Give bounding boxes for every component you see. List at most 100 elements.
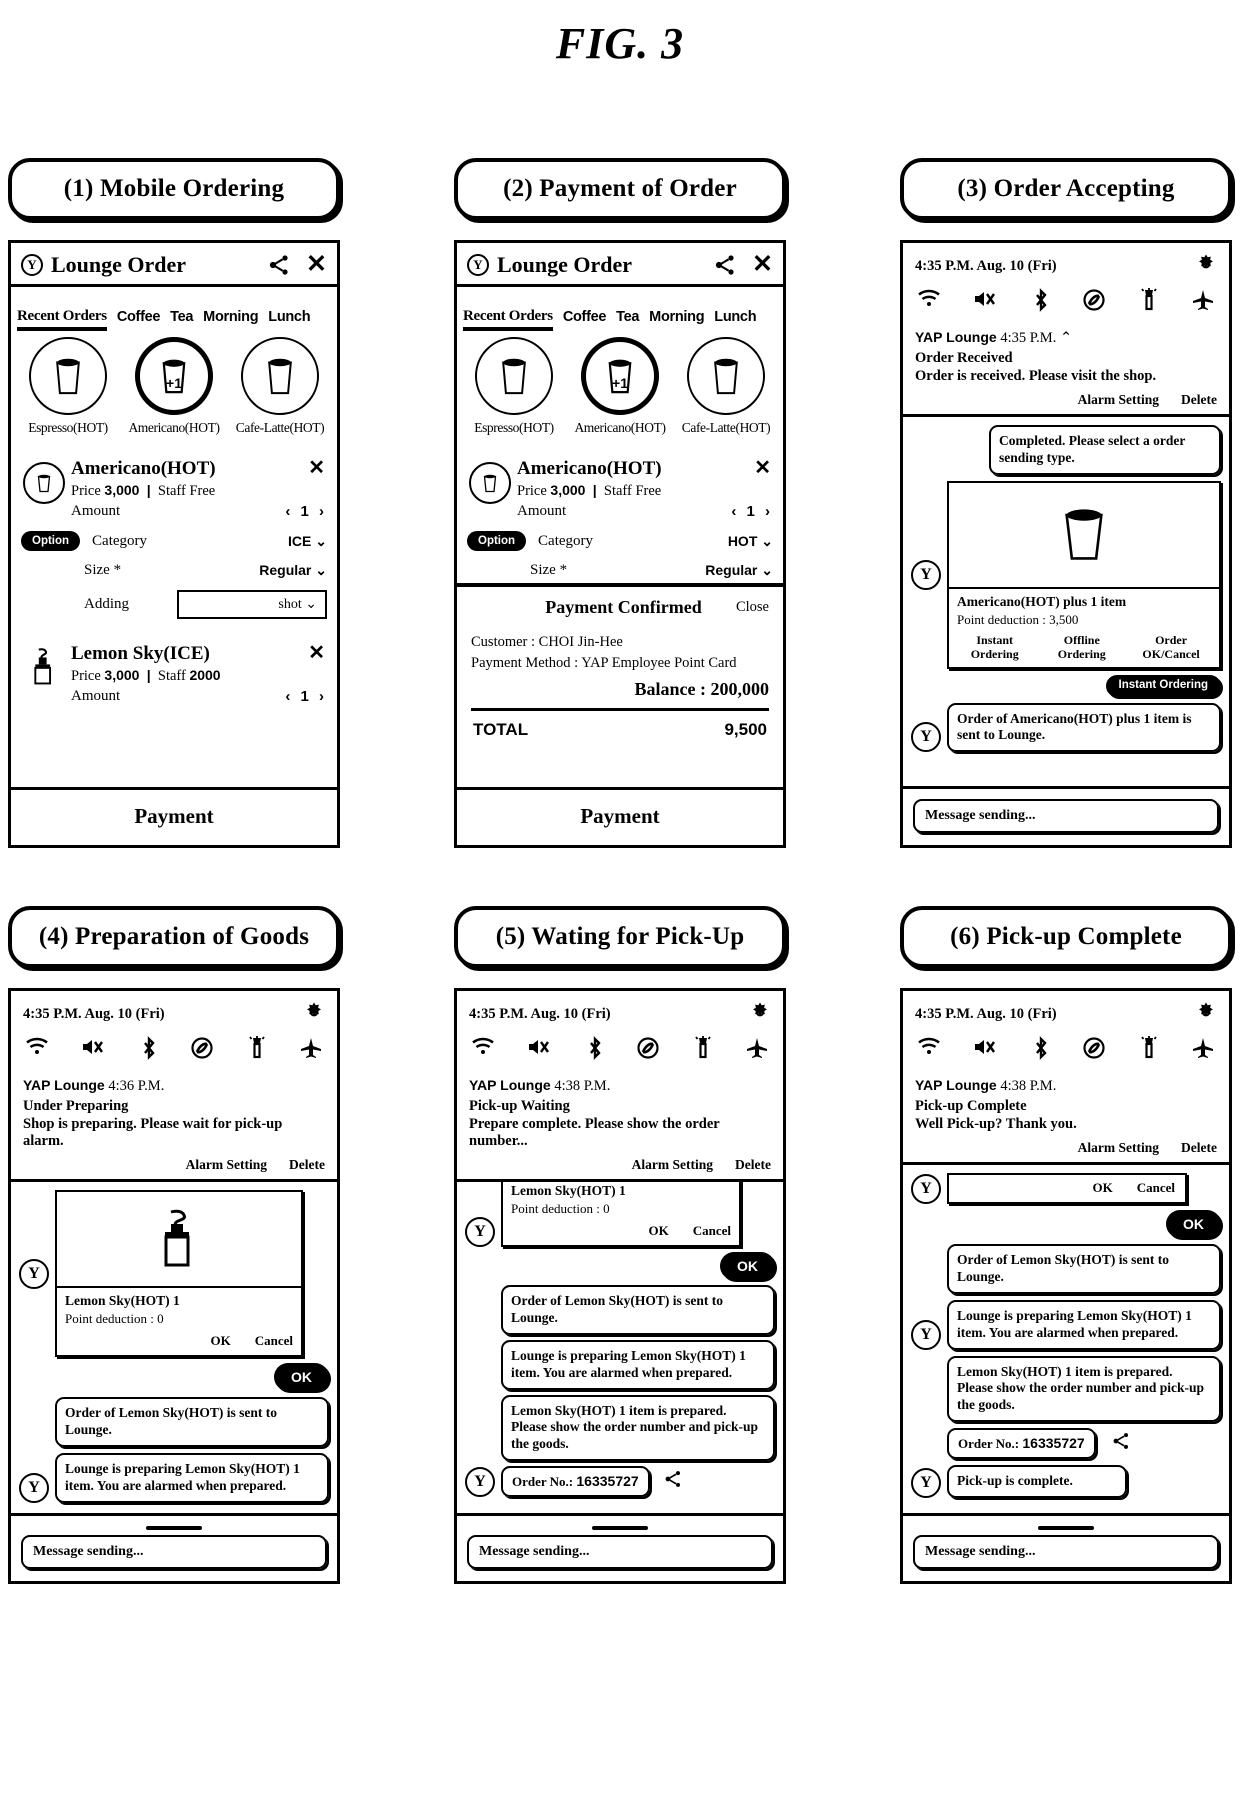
gear-icon[interactable] [749,1001,771,1028]
product-cafe-latte[interactable]: Cafe-Latte(HOT) [228,337,332,436]
option-select-category[interactable]: HOT ⌄ [728,533,773,550]
bluetooth-icon[interactable] [140,1036,158,1065]
offline-ordering-button[interactable]: Offline Ordering [1038,633,1125,662]
ok-pill[interactable]: OK [1166,1210,1221,1238]
alarm-setting-button[interactable]: Alarm Setting [632,1157,713,1173]
close-icon[interactable]: ✕ [306,252,327,277]
tab-coffee[interactable]: Coffee [563,309,607,325]
item-amount-row: Amount ‹ 1 › [517,503,773,520]
payment-button[interactable]: Payment [457,787,783,845]
share-icon[interactable] [266,253,292,277]
remove-item-icon[interactable]: ✕ [308,643,325,663]
mute-icon[interactable] [527,1036,553,1065]
alarm-setting-button[interactable]: Alarm Setting [1078,392,1159,408]
product-cafe-latte[interactable]: Cafe-Latte(HOT) [674,337,778,436]
option-select-category[interactable]: ICE ⌄ [288,533,327,550]
sheet-close-button[interactable]: Close [736,599,769,616]
airplane-icon[interactable] [299,1036,323,1065]
cancel-button[interactable]: Cancel [693,1223,731,1239]
gear-icon[interactable] [303,1001,325,1028]
option-select-size[interactable]: Regular ⌄ [259,562,327,579]
rotate-lock-icon[interactable] [190,1036,214,1065]
ok-pill[interactable]: OK [720,1252,775,1280]
quantity-stepper[interactable]: ‹ 1 › [731,503,773,520]
phone-frame: 4:35 P.M. Aug. 10 (Fri) [454,988,786,1584]
alarm-setting-button[interactable]: Alarm Setting [186,1157,267,1173]
delete-button[interactable]: Delete [1181,392,1217,408]
mute-icon[interactable] [81,1036,107,1065]
tab-coffee[interactable]: Coffee [117,309,161,325]
alarm-setting-button[interactable]: Alarm Setting [1078,1140,1159,1156]
wifi-icon[interactable] [917,288,941,317]
mute-icon[interactable] [973,1036,999,1065]
flashlight-icon[interactable] [247,1036,267,1065]
flashlight-icon[interactable] [1139,288,1159,317]
option-select-size[interactable]: Regular ⌄ [705,562,773,579]
bluetooth-icon[interactable] [586,1036,604,1065]
ok-pill[interactable]: OK [274,1363,329,1391]
order-ok-cancel-button[interactable]: Order OK/Cancel [1125,633,1217,662]
rotate-lock-icon[interactable] [1082,288,1106,317]
gear-icon[interactable] [1195,253,1217,280]
delete-button[interactable]: Delete [735,1157,771,1173]
airplane-icon[interactable] [1191,288,1215,317]
ok-button[interactable]: OK [648,1223,668,1239]
delete-button[interactable]: Delete [289,1157,325,1173]
remove-item-icon[interactable]: ✕ [308,458,325,478]
order-number-chip[interactable]: Order No.: 16335727 [947,1428,1096,1460]
quantity-stepper[interactable]: ‹ 1 › [285,688,327,705]
quantity-stepper[interactable]: ‹ 1 › [285,503,327,520]
wifi-icon[interactable] [25,1036,49,1065]
rotate-lock-icon[interactable] [1082,1036,1106,1065]
airplane-icon[interactable] [1191,1036,1215,1065]
product-espresso[interactable]: Espresso(HOT) [462,337,566,436]
message-input[interactable]: Message sending... [913,1535,1219,1569]
delete-button[interactable]: Delete [1181,1140,1217,1156]
mute-icon[interactable] [973,288,999,317]
rotate-lock-icon[interactable] [636,1036,660,1065]
tab-morning[interactable]: Morning [203,309,258,325]
flashlight-icon[interactable] [1139,1036,1159,1065]
chat-message: Order of Lemon Sky(HOT) is sent to Loung… [465,1285,775,1335]
option-select-adding[interactable]: shot ⌄ [177,590,327,619]
item-amount-row: Amount ‹ 1 › [71,688,327,705]
product-americano[interactable]: +1 Americano(HOT) [122,337,226,436]
share-icon[interactable] [1110,1431,1132,1456]
message-input[interactable]: Message sending... [467,1535,773,1569]
share-icon[interactable] [662,1469,684,1494]
tab-recent-orders[interactable]: Recent Orders [17,308,107,331]
price-label: Price [71,668,101,684]
message-input[interactable]: Message sending... [913,799,1219,833]
chevron-up-icon[interactable]: ⌃ [1060,330,1072,346]
product-label: Cafe-Latte(HOT) [681,420,771,435]
airplane-icon[interactable] [745,1036,769,1065]
remove-item-icon[interactable]: ✕ [754,458,771,478]
tab-recent-orders[interactable]: Recent Orders [463,308,553,331]
bluetooth-icon[interactable] [1032,288,1050,317]
payment-button[interactable]: Payment [11,787,337,845]
product-espresso[interactable]: Espresso(HOT) [16,337,120,436]
tab-lunch[interactable]: Lunch [268,309,310,325]
cancel-button[interactable]: Cancel [1137,1180,1175,1196]
order-number-chip[interactable]: Order No.: 16335727 [501,1466,650,1498]
product-americano[interactable]: +1 Americano(HOT) [568,337,672,436]
tab-lunch[interactable]: Lunch [714,309,756,325]
share-icon[interactable] [712,253,738,277]
product-label: Cafe-Latte(HOT) [235,420,325,435]
tab-tea[interactable]: Tea [616,309,639,325]
tab-morning[interactable]: Morning [649,309,704,325]
cancel-button[interactable]: Cancel [255,1333,293,1349]
wifi-icon[interactable] [917,1036,941,1065]
tab-tea[interactable]: Tea [170,309,193,325]
ok-button[interactable]: OK [210,1333,230,1349]
instant-ordering-pill[interactable]: Instant Ordering [1105,675,1221,697]
ok-button[interactable]: OK [1092,1180,1112,1196]
wifi-icon[interactable] [471,1036,495,1065]
bluetooth-icon[interactable] [1032,1036,1050,1065]
chat-message-order-card: Y OK Cancel [911,1173,1221,1204]
instant-ordering-button[interactable]: Instant Ordering [951,633,1038,662]
gear-icon[interactable] [1195,1001,1217,1028]
message-input[interactable]: Message sending... [21,1535,327,1569]
flashlight-icon[interactable] [693,1036,713,1065]
close-icon[interactable]: ✕ [752,252,773,277]
